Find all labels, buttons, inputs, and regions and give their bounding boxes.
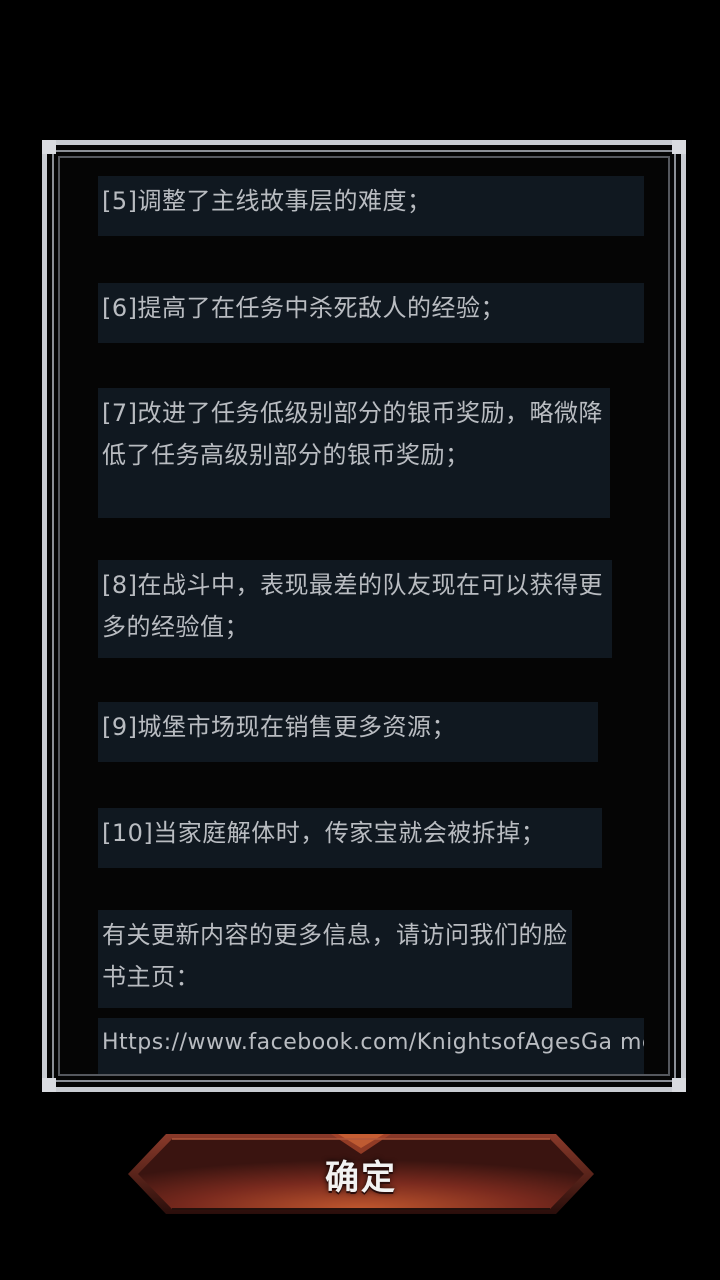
facebook-info-text: 有关更新内容的更多信息，请访问我们的脸书主页：	[98, 910, 572, 1008]
frame-corner-ornament	[42, 140, 56, 154]
note-item-10: [10]当家庭解体时，传家宝就会被拆掉；	[98, 808, 602, 868]
note-item-9: [9]城堡市场现在销售更多资源；	[98, 702, 598, 762]
note-item-6: [6]提高了在任务中杀死敌人的经验；	[98, 283, 644, 343]
note-item-5: [5]调整了主线故事层的难度；	[98, 176, 644, 236]
frame-corner-ornament	[672, 140, 686, 154]
update-notes-screen: [5]调整了主线故事层的难度； [6]提高了在任务中杀死敌人的经验； [7]改进…	[0, 0, 720, 1280]
note-item-7: [7]改进了任务低级别部分的银币奖励，略微降低了任务高级别部分的银币奖励；	[98, 388, 610, 518]
frame-corner-ornament	[672, 1078, 686, 1092]
frame-corner-ornament	[42, 1078, 56, 1092]
confirm-button-label: 确定	[325, 1157, 397, 1198]
facebook-link[interactable]: Https://www.facebook.com/KnightsofAgesGa…	[98, 1018, 644, 1074]
confirm-button[interactable]: 确定	[126, 1132, 596, 1216]
note-item-8: [8]在战斗中，表现最差的队友现在可以获得更多的经验值；	[98, 560, 612, 658]
update-notes-scroll-area[interactable]: [5]调整了主线故事层的难度； [6]提高了在任务中杀死敌人的经验； [7]改进…	[56, 158, 664, 1078]
